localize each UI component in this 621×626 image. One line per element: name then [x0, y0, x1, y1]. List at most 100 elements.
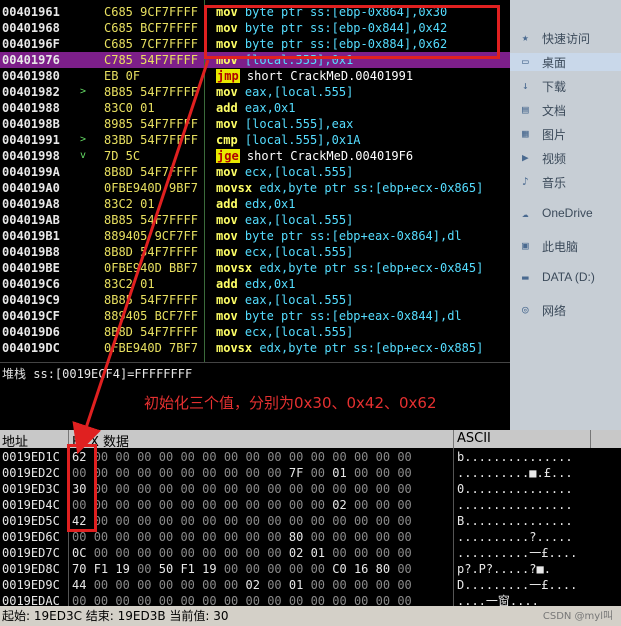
disasm-bytes: 7D 5C	[104, 149, 141, 163]
disasm-address: 00401991	[2, 133, 60, 147]
jump-mark-icon: v	[80, 150, 87, 161]
stack-label: 堆栈	[2, 367, 27, 381]
dump-ascii: ..........?.....	[457, 530, 573, 544]
disasm-address: 0040198B	[2, 117, 60, 131]
dump-header-divider[interactable]	[453, 430, 454, 448]
dump-row[interactable]: 0019EDAC 00 00 00 00 00 00 00 00 00 00 00…	[0, 593, 621, 606]
disasm-bytes: 8985 54F7FFFF	[104, 117, 198, 131]
disasm-operands: byte ptr ss:[ebp+eax-0x844],dl	[244, 309, 462, 323]
disasm-row[interactable]: 00401988 83C0 01 add eax,0x1	[0, 100, 510, 116]
disasm-bytes: 8B85 54F7FFFF	[104, 85, 198, 99]
overlay-item-icon: ▤	[522, 103, 529, 116]
disasm-operands: edx,0x1	[244, 277, 296, 291]
overlay-item-icon: ◎	[522, 303, 529, 316]
jump-mark-icon: >	[80, 86, 87, 97]
dump-row[interactable]: 0019ED8C 70 F1 19 00 50 F1 19 00 00 00 00…	[0, 561, 621, 577]
disasm-mnemonic: mov	[216, 293, 238, 307]
disasm-instruction: movsx edx,byte ptr ss:[ebp+ecx-0x845]	[216, 260, 483, 276]
disasm-mnemonic: mov	[216, 165, 238, 179]
overlay-item: 快速访问	[542, 32, 591, 46]
disasm-bytes: 889405 BCF7FF	[104, 309, 198, 323]
overlay-item-icon: ▦	[522, 127, 529, 140]
dump-column-separator	[453, 448, 454, 606]
disasm-row[interactable]: 004019D6 8B8D 54F7FFFF mov ecx,[local.555]	[0, 324, 510, 340]
disasm-address: 004019A8	[2, 197, 60, 211]
disasm-operands: edx,byte ptr ss:[ebp+ecx-0x885]	[259, 341, 484, 355]
disasm-instruction: mov byte ptr ss:[ebp+eax-0x864],dl	[216, 228, 462, 244]
disasm-instruction: mov byte ptr ss:[ebp+eax-0x844],dl	[216, 308, 462, 324]
dump-address: 0019ED6C	[2, 530, 60, 544]
disasm-instruction: mov ecx,[local.555]	[216, 324, 353, 340]
disasm-operands: edx,byte ptr ss:[ebp+ecx-0x865]	[259, 181, 484, 195]
disasm-operands: short CrackMeD.004019F6	[246, 149, 414, 163]
dump-bytes: 70 F1 19 00 50 F1 19 00 00 00 00 00 C0 1…	[72, 562, 412, 576]
disasm-address: 00401961	[2, 5, 60, 19]
overlay-item-icon: ☁	[522, 207, 529, 220]
disasm-bytes: C685 9CF7FFFF	[104, 5, 198, 19]
disasm-row[interactable]: 004019C9 8B85 54F7FFFF mov eax,[local.555]	[0, 292, 510, 308]
dump-bytes: 30 00 00 00 00 00 00 00 00 00 00 00 00 0…	[72, 482, 412, 496]
disasm-operands: ecx,[local.555]	[244, 165, 354, 179]
dump-ascii: p?.P?.....?■.	[457, 562, 551, 576]
dump-header-ascii[interactable]: ASCII	[457, 431, 491, 446]
overlay-item: DATA (D:)	[542, 270, 595, 284]
disasm-bytes: C785 54F7FFFF	[104, 53, 198, 67]
disasm-mnemonic: add	[216, 277, 238, 291]
disasm-operands: ecx,[local.555]	[244, 245, 354, 259]
disasm-operands: edx,0x1	[244, 197, 296, 211]
disasm-address: 00401982	[2, 85, 60, 99]
disasm-address: 00401998	[2, 149, 60, 163]
dump-header-divider[interactable]	[590, 430, 591, 448]
overlay-item-icon: ↓	[522, 79, 529, 92]
disasm-row[interactable]: 00401980 EB 0F jmp short CrackMeD.00401991	[0, 68, 510, 84]
disasm-row[interactable]: 00401991 >83BD 54F7FFFF cmp [local.555],0x…	[0, 132, 510, 148]
disasm-row[interactable]: 004019DC 0FBE940D 7BF7 movsx edx,byte ptr …	[0, 340, 510, 356]
disasm-row[interactable]: 00401998 v 7D 5C jge short CrackMeD.004019F…	[0, 148, 510, 164]
disasm-mnemonic: mov	[216, 229, 238, 243]
overlay-item-icon: ♪	[522, 175, 529, 188]
dump-row[interactable]: 0019ED9C 44 00 00 00 00 00 00 00 02 00 01…	[0, 577, 621, 593]
disasm-instruction: mov ecx,[local.555]	[216, 244, 353, 260]
disasm-operands: [local.555],eax	[244, 117, 354, 131]
disasm-row[interactable]: 004019A8 83C2 01 add edx,0x1	[0, 196, 510, 212]
disasm-instruction: jmp short CrackMeD.00401991	[216, 68, 413, 84]
disasm-mnemonic: jmp	[216, 69, 240, 83]
dump-bytes: 0C 00 00 00 00 00 00 00 00 00 02 01 00 0…	[72, 546, 412, 560]
dump-address: 0019ED9C	[2, 578, 60, 592]
disasm-instruction: mov eax,[local.555]	[216, 84, 353, 100]
disasm-row[interactable]: 004019B8 8B8D 54F7FFFF mov ecx,[local.555]	[0, 244, 510, 260]
disasm-row[interactable]: 00401982 >8B85 54F7FFFF mov eax,[local.555…	[0, 84, 510, 100]
disasm-bytes: 8B8D 54F7FFFF	[104, 165, 198, 179]
annotation-text: 初始化三个值，分别为0x30、0x42、0x62	[144, 394, 437, 412]
dump-ascii: B...............	[457, 514, 573, 528]
highlight-init-instructions	[204, 5, 500, 59]
dump-row[interactable]: 0019ED7C 0C 00 00 00 00 00 00 00 00 00 02…	[0, 545, 621, 561]
disasm-row[interactable]: 004019BE 0FBE940D BBF7 movsx edx,byte ptr …	[0, 260, 510, 276]
disasm-address: 00401968	[2, 21, 60, 35]
stack-info-line: 堆栈 ss:[0019ECF4]=FFFFFFFF	[0, 362, 510, 385]
status-text: 起始: 19ED3C 结束: 19ED3B 当前值: 30	[2, 609, 229, 623]
disasm-address: 004019B8	[2, 245, 60, 259]
disasm-row[interactable]: 004019C6 83C2 01 add edx,0x1	[0, 276, 510, 292]
dump-bytes: 00 00 00 00 00 00 00 00 00 00 00 00 02 0…	[72, 498, 412, 512]
disasm-bytes: 8B85 54F7FFFF	[104, 293, 198, 307]
disasm-row[interactable]: 004019CF 889405 BCF7FF mov byte ptr ss:[eb…	[0, 308, 510, 324]
disasm-row[interactable]: 004019B1 889405 9CF7FF mov byte ptr ss:[eb…	[0, 228, 510, 244]
disasm-row[interactable]: 0040199A 8B8D 54F7FFFF mov ecx,[local.555]	[0, 164, 510, 180]
disasm-address: 004019C6	[2, 277, 60, 291]
disasm-operands: [local.555],0x1A	[244, 133, 361, 147]
disasm-bytes: C685 BCF7FFFF	[104, 21, 198, 35]
disasm-bytes: 0FBE940D 9BF7	[104, 181, 198, 195]
dump-ascii: b...............	[457, 450, 573, 464]
disasm-operands: short CrackMeD.00401991	[246, 69, 414, 83]
disasm-bytes: 889405 9CF7FF	[104, 229, 198, 243]
dump-address: 0019ED5C	[2, 514, 60, 528]
disasm-address: 0040199A	[2, 165, 60, 179]
disasm-row[interactable]: 004019AB 8B85 54F7FFFF mov eax,[local.555]	[0, 212, 510, 228]
disasm-operands: eax,0x1	[244, 101, 296, 115]
disasm-address: 004019A0	[2, 181, 60, 195]
disasm-row[interactable]: 0040198B 8985 54F7FFFF mov [local.555],eax	[0, 116, 510, 132]
disasm-address: 004019DC	[2, 341, 60, 355]
disasm-row[interactable]: 004019A0 0FBE940D 9BF7 movsx edx,byte ptr …	[0, 180, 510, 196]
disasm-instruction: movsx edx,byte ptr ss:[ebp+ecx-0x885]	[216, 340, 483, 356]
